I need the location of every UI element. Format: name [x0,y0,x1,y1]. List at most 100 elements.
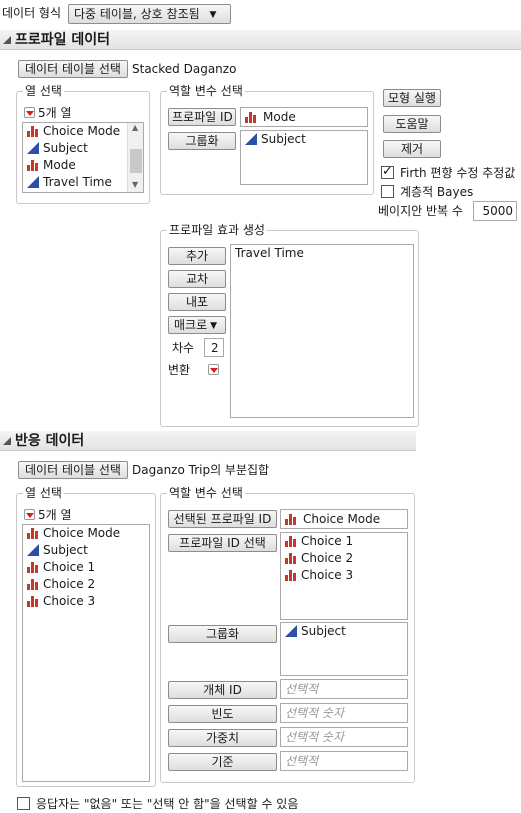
nominal-bar-icon [27,579,38,590]
nest-effect-button[interactable]: 내포 [168,293,226,311]
none-option-checkbox[interactable] [17,797,30,810]
scroll-thumb[interactable] [130,149,142,173]
profile-id-role-button[interactable]: 프로파일 ID [168,108,236,126]
degree-label: 차수 [172,341,195,355]
profile-grouping-role-list[interactable]: Subject [240,130,368,185]
scroll-up-icon[interactable]: ▲ [132,123,138,132]
run-model-button[interactable]: 모형 실행 [383,89,441,107]
transform-label: 변환 [168,363,191,377]
nominal-bar-icon [27,160,38,171]
profile-columns-list[interactable]: Choice Mode Subject Mode Travel Time ▲ ▼ [22,122,144,193]
response-columns-group-title: 열 선택 [23,485,64,501]
list-item[interactable]: Subject [241,131,367,148]
response-grouping-button[interactable]: 그룹화 [168,625,277,643]
nominal-bar-icon [245,112,256,123]
scrollbar[interactable]: ▲ ▼ [127,123,143,192]
response-grouping-list[interactable]: Subject [280,622,408,676]
list-item[interactable]: Choice Mode [23,123,143,140]
profile-section-title: 프로파일 데이터 [15,32,111,48]
by-button[interactable]: 기준 [168,753,277,771]
profile-id-role-field[interactable]: Mode [240,107,368,127]
response-columns-count: 5개 열 [38,508,72,522]
profile-id-select-button[interactable]: 프로파일 ID 선택 [168,534,277,552]
firth-label: Firth 편향 수정 추정값 [400,166,516,180]
response-section-header[interactable]: 반응 데이터 [0,431,416,451]
list-item[interactable]: Choice Mode [23,525,149,542]
list-item[interactable]: Choice 1 [281,533,407,550]
profile-roles-group-title: 역할 변수 선택 [167,83,245,99]
list-item[interactable]: Travel Time [231,245,413,262]
profile-effects-group-title: 프로파일 효과 생성 [167,222,267,238]
macro-button[interactable]: 매크로 ▼ [168,316,226,334]
continuous-triangle-icon [285,625,297,637]
list-item[interactable]: Travel Time [23,174,143,191]
weight-field[interactable]: 선택적 숫자 [280,727,408,747]
profile-table-name: Stacked Daganzo [132,62,237,76]
profile-columns-group-title: 열 선택 [23,83,64,99]
bayes-checkbox[interactable] [381,185,394,198]
nominal-bar-icon [285,553,296,564]
list-item[interactable]: Choice 1 [23,559,149,576]
profile-grouping-role-button[interactable]: 그룹화 [168,132,236,150]
collapse-triangle-icon[interactable] [3,437,11,445]
selected-profile-id-button[interactable]: 선택된 프로파일 ID [168,510,277,528]
data-format-value: 다중 테이블, 상호 참조됨 [74,7,200,21]
help-button[interactable]: 도움말 [383,115,441,133]
continuous-triangle-icon [27,176,39,188]
response-roles-group-title: 역할 변수 선택 [167,485,245,501]
profile-id-select-list[interactable]: Choice 1 Choice 2 Choice 3 [280,532,408,620]
list-item[interactable]: Subject [23,542,149,559]
nominal-bar-icon [285,514,296,525]
list-item[interactable]: Choice 2 [23,576,149,593]
subject-id-field[interactable]: 선택적 [280,679,408,699]
bayes-iterations-label: 베이지안 반복 수 [378,204,463,218]
transform-menu-icon[interactable] [208,364,219,375]
profile-effects-list[interactable]: Travel Time [230,244,414,418]
columns-menu-icon[interactable] [24,509,35,520]
list-item[interactable]: Choice 3 [281,567,407,584]
cross-effect-button[interactable]: 교차 [168,270,226,288]
selected-profile-id-field[interactable]: Choice Mode [280,509,408,529]
nominal-bar-icon [27,562,38,573]
weight-button[interactable]: 가중치 [168,729,277,747]
profile-section-header[interactable]: 프로파일 데이터 [0,30,521,50]
list-item[interactable]: Choice 2 [281,550,407,567]
frequency-button[interactable]: 빈도 [168,705,277,723]
continuous-triangle-icon [27,544,39,556]
response-columns-list[interactable]: Choice Mode Subject Choice 1 Choice 2 Choice… [22,524,150,782]
frequency-field[interactable]: 선택적 숫자 [280,703,408,723]
list-item[interactable]: Subject [23,140,143,157]
columns-menu-icon[interactable] [24,107,35,118]
firth-checkbox[interactable] [381,164,394,179]
continuous-triangle-icon [27,142,39,154]
chevron-down-icon: ▼ [210,320,218,331]
data-format-select[interactable]: 다중 테이블, 상호 참조됨 ▼ [68,4,231,24]
response-section-title: 반응 데이터 [15,433,85,449]
profile-id-role-value: Mode [263,110,296,124]
nominal-bar-icon [285,536,296,547]
continuous-triangle-icon [245,133,257,145]
response-table-name: Daganzo Trip의 부분집합 [132,463,270,477]
bayes-label: 계층적 Bayes [400,185,474,199]
collapse-triangle-icon[interactable] [3,36,11,44]
bayes-iterations-input[interactable]: 5000 [473,201,517,221]
list-item[interactable]: Mode [23,157,143,174]
nominal-bar-icon [27,126,38,137]
by-field[interactable]: 선택적 [280,751,408,771]
nominal-bar-icon [285,570,296,581]
nominal-bar-icon [27,528,38,539]
add-effect-button[interactable]: 추가 [168,247,226,265]
profile-select-table-button[interactable]: 데이터 테이블 선택 [18,60,128,78]
list-item[interactable]: Subject [281,623,407,640]
remove-button[interactable]: 제거 [383,140,441,158]
nominal-bar-icon [27,596,38,607]
list-item[interactable]: Choice 3 [23,593,149,610]
scroll-down-icon[interactable]: ▼ [132,180,138,189]
response-select-table-button[interactable]: 데이터 테이블 선택 [18,461,128,479]
subject-id-button[interactable]: 개체 ID [168,681,277,699]
chevron-down-icon: ▼ [209,9,217,20]
degree-input[interactable]: 2 [204,338,224,357]
data-format-label: 데이터 형식 [2,6,62,20]
none-option-label: 응답자는 "없음" 또는 "선택 안 함"을 선택할 수 있음 [36,797,299,811]
profile-columns-count: 5개 열 [38,106,72,120]
